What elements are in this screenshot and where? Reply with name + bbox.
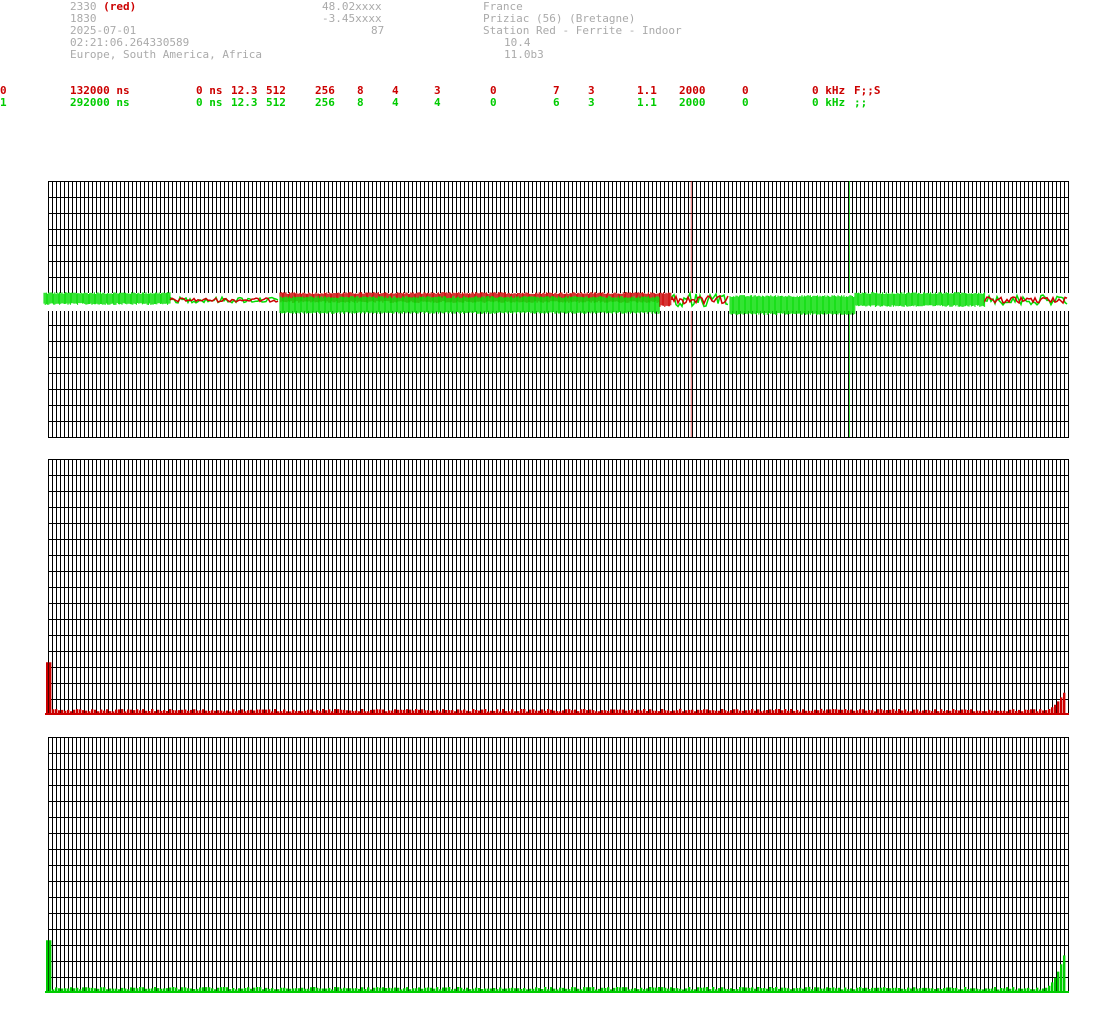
charts-canvas bbox=[43, 181, 1069, 993]
waveform-panel bbox=[43, 181, 1069, 438]
histogram-panel-green bbox=[45, 737, 1069, 993]
waveform-green-segment bbox=[854, 292, 986, 307]
grid-lines bbox=[48, 459, 1069, 713]
histogram-panel-red bbox=[45, 459, 1069, 715]
grid-lines bbox=[48, 737, 1069, 991]
waveform-green-dense bbox=[279, 296, 660, 314]
waveform-green-segment bbox=[729, 295, 856, 315]
